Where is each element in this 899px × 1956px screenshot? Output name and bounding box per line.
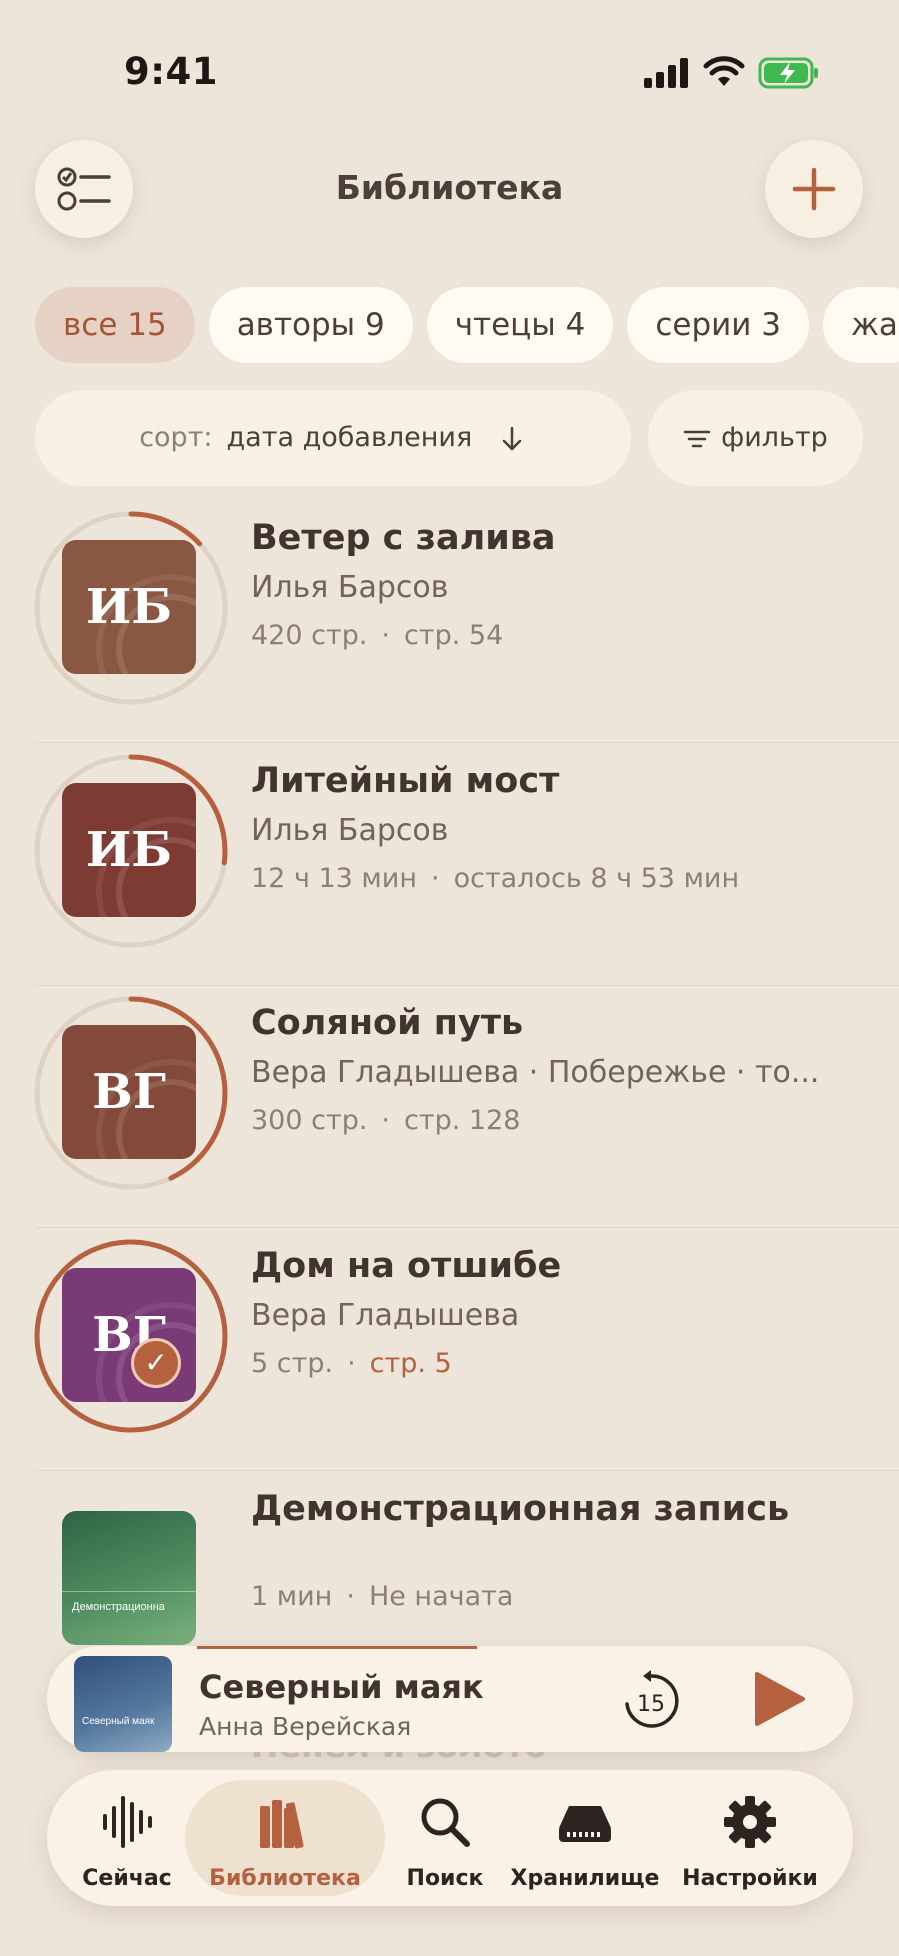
- chip-series[interactable]: серии 3: [627, 287, 809, 363]
- tab-label: Поиск: [406, 1866, 484, 1891]
- gear-icon: [724, 1796, 776, 1848]
- finished-check-icon: ✓: [131, 1338, 181, 1388]
- mini-player-author: Анна Верейская: [199, 1712, 412, 1741]
- cover-initials: ИБ: [85, 579, 173, 635]
- filter-label: фильтр: [721, 422, 828, 453]
- status-time: 9:41: [124, 50, 219, 93]
- cover-initials: ИБ: [85, 822, 173, 878]
- tab-now[interactable]: Сейчас: [67, 1770, 187, 1906]
- sort-value: дата добавления: [226, 422, 473, 453]
- tab-label: Библиотека: [209, 1866, 361, 1891]
- search-icon: [421, 1798, 470, 1847]
- book-author: Илья Барсов: [251, 570, 449, 605]
- wifi-icon: [703, 56, 745, 86]
- tab-library[interactable]: Библиотека: [185, 1770, 385, 1906]
- chip-genres[interactable]: жа: [823, 287, 899, 363]
- status-bar: 9:41: [0, 0, 899, 120]
- book-author: Вера Гладышева · Побережье · то...: [251, 1055, 820, 1090]
- tab-search[interactable]: Поиск: [385, 1770, 505, 1906]
- book-meta: 5 стр. · стр. 5: [251, 1348, 452, 1379]
- book-author: Вера Гладышева: [251, 1298, 520, 1333]
- tab-settings[interactable]: Настройки: [665, 1770, 835, 1906]
- book-row[interactable]: ИБ Литейный мост Илья Барсов 12 ч 13 мин…: [34, 743, 899, 986]
- books-icon: [260, 1800, 304, 1849]
- play-button[interactable]: [751, 1670, 807, 1728]
- mini-player-title: Северный маяк: [199, 1668, 484, 1706]
- plus-icon: [792, 167, 836, 211]
- battery-charging-icon: [758, 57, 818, 89]
- book-row[interactable]: ВГ Соляной путь Вера Гладышева · Побереж…: [34, 985, 899, 1228]
- skip-label: 15: [637, 1692, 665, 1717]
- book-cover: ИБ: [62, 540, 196, 674]
- book-title: Ветер с залива: [251, 518, 556, 558]
- tab-bar: Сейчас Библиотека Поиск Хранилище Настро…: [47, 1770, 853, 1906]
- tab-storage[interactable]: Хранилище: [505, 1770, 665, 1906]
- chip-all[interactable]: все 15: [35, 287, 195, 363]
- skip-back-15-button[interactable]: 15: [619, 1668, 683, 1734]
- chip-narrators[interactable]: чтецы 4: [426, 287, 614, 363]
- category-chips: все 15 авторы 9 чтецы 4 серии 3 жа: [35, 287, 899, 363]
- book-meta: 420 стр. · стр. 54: [251, 620, 504, 651]
- arrow-down-icon: [502, 426, 522, 450]
- mini-player-cover: Северный маяк: [74, 1656, 172, 1752]
- add-button[interactable]: [765, 140, 863, 238]
- book-author: Илья Барсов: [251, 813, 449, 848]
- mini-cover-text: Северный маяк: [82, 1716, 155, 1727]
- tab-label: Хранилище: [510, 1866, 660, 1891]
- sort-selector[interactable]: сорт: дата добавления: [35, 390, 631, 486]
- book-row[interactable]: ИБ Ветер с залива Илья Барсов 420 стр. · с…: [34, 500, 899, 743]
- tab-label: Настройки: [682, 1866, 818, 1891]
- book-title: Литейный мост: [251, 761, 560, 801]
- book-meta: 12 ч 13 мин · осталось 8 ч 53 мин: [251, 863, 740, 894]
- mini-player[interactable]: Северный маяк Северный маяк Анна Верейск…: [47, 1646, 853, 1752]
- book-title: Дом на отшибе: [251, 1246, 562, 1286]
- cover-text: Демонстрационна: [72, 1601, 165, 1613]
- waveform-icon: [103, 1796, 152, 1848]
- book-row[interactable]: ВГ ✓ Дом на отшибе Вера Гладышева 5 стр.…: [34, 1228, 899, 1471]
- cover-initials: ВГ: [92, 1064, 166, 1120]
- storage-icon: [559, 1806, 611, 1842]
- book-meta: 300 стр. · стр. 128: [251, 1105, 521, 1136]
- book-cover: ВГ: [62, 1025, 196, 1159]
- filter-button[interactable]: фильтр: [648, 390, 863, 486]
- book-cover: ВГ: [62, 1268, 196, 1402]
- book-cover: ИБ: [62, 783, 196, 917]
- chip-authors[interactable]: авторы 9: [208, 287, 413, 363]
- book-title: Демонстрационная запись: [251, 1489, 790, 1529]
- book-meta: 1 мин · Не начата: [251, 1581, 514, 1612]
- sort-key-label: сорт:: [139, 422, 213, 453]
- tab-label: Сейчас: [82, 1866, 172, 1891]
- book-cover: Демонстрационна: [62, 1511, 196, 1645]
- mini-player-progress: [197, 1646, 477, 1649]
- signal-icon: [644, 58, 688, 88]
- filter-icon: [683, 430, 711, 447]
- book-title: Соляной путь: [251, 1003, 524, 1043]
